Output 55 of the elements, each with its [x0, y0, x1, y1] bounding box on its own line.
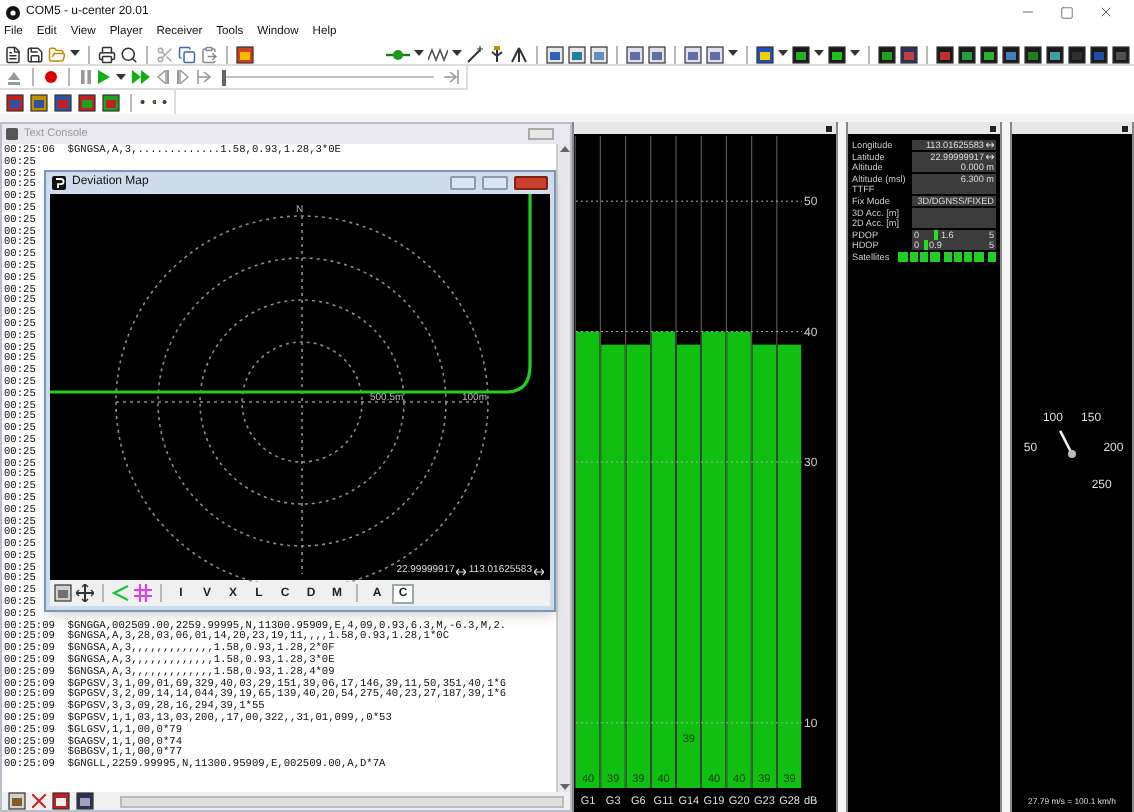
caret-icon[interactable]	[778, 50, 788, 58]
app-icon	[6, 128, 18, 140]
end-icon[interactable]	[444, 70, 460, 84]
copy-icon[interactable]	[178, 45, 196, 63]
caret-icon[interactable]	[116, 73, 126, 81]
caret-icon[interactable]	[414, 50, 424, 58]
arrows-icon	[986, 142, 994, 148]
vertical-scrollbar[interactable]	[556, 144, 570, 792]
filter-icon[interactable]	[32, 794, 46, 808]
arrows-icon	[456, 567, 467, 576]
eject-icon[interactable]	[6, 69, 22, 85]
grid-icon[interactable]	[134, 584, 152, 603]
message-icon[interactable]	[52, 792, 70, 810]
caret-icon[interactable]	[70, 50, 80, 58]
console-icon[interactable]	[8, 792, 26, 810]
new-file-icon[interactable]	[4, 45, 22, 63]
skip-icon[interactable]	[196, 70, 212, 84]
panel-menu-icon[interactable]	[990, 125, 996, 131]
arrows-icon	[534, 567, 544, 576]
caret-icon[interactable]	[452, 50, 462, 58]
printer-icon[interactable]	[98, 45, 116, 63]
terminal-icon[interactable]	[76, 792, 94, 810]
down-arrow-icon[interactable]	[559, 784, 569, 790]
caret-icon[interactable]	[728, 50, 738, 58]
caret-icon[interactable]	[814, 50, 824, 58]
save-icon[interactable]	[26, 45, 44, 63]
antenna-icon[interactable]	[488, 45, 506, 63]
arrows-icon	[986, 153, 994, 160]
horizontal-scrollbar[interactable]	[120, 795, 564, 807]
move-icon[interactable]	[76, 584, 94, 603]
app-icon	[6, 5, 20, 19]
fast-forward-icon[interactable]	[132, 70, 150, 84]
baud-icon[interactable]	[428, 45, 448, 63]
receiver-icon[interactable]	[236, 45, 254, 63]
close-button[interactable]	[514, 175, 548, 190]
app-icon	[52, 175, 66, 190]
view-icon[interactable]	[54, 584, 72, 603]
caret-icon[interactable]	[850, 50, 860, 58]
paste-icon[interactable]	[200, 45, 218, 63]
wand-icon[interactable]	[466, 45, 484, 63]
preview-icon[interactable]	[120, 45, 138, 63]
up-arrow-icon[interactable]	[559, 146, 569, 152]
playback-slider[interactable]	[222, 69, 434, 85]
pause-icon[interactable]	[80, 70, 92, 84]
info-value-field	[912, 184, 996, 195]
record-icon[interactable]	[44, 70, 58, 84]
connection-icon[interactable]	[386, 45, 410, 63]
panel-menu-icon[interactable]	[1122, 125, 1128, 131]
close-icon[interactable]	[1098, 4, 1114, 20]
step-forward-icon[interactable]	[176, 70, 190, 84]
panel-menu-icon[interactable]	[826, 125, 832, 131]
tripod-icon[interactable]	[510, 45, 528, 63]
step-back-icon[interactable]	[156, 70, 170, 84]
needle-hub	[1068, 450, 1076, 459]
maximize-icon[interactable]	[1060, 5, 1074, 19]
